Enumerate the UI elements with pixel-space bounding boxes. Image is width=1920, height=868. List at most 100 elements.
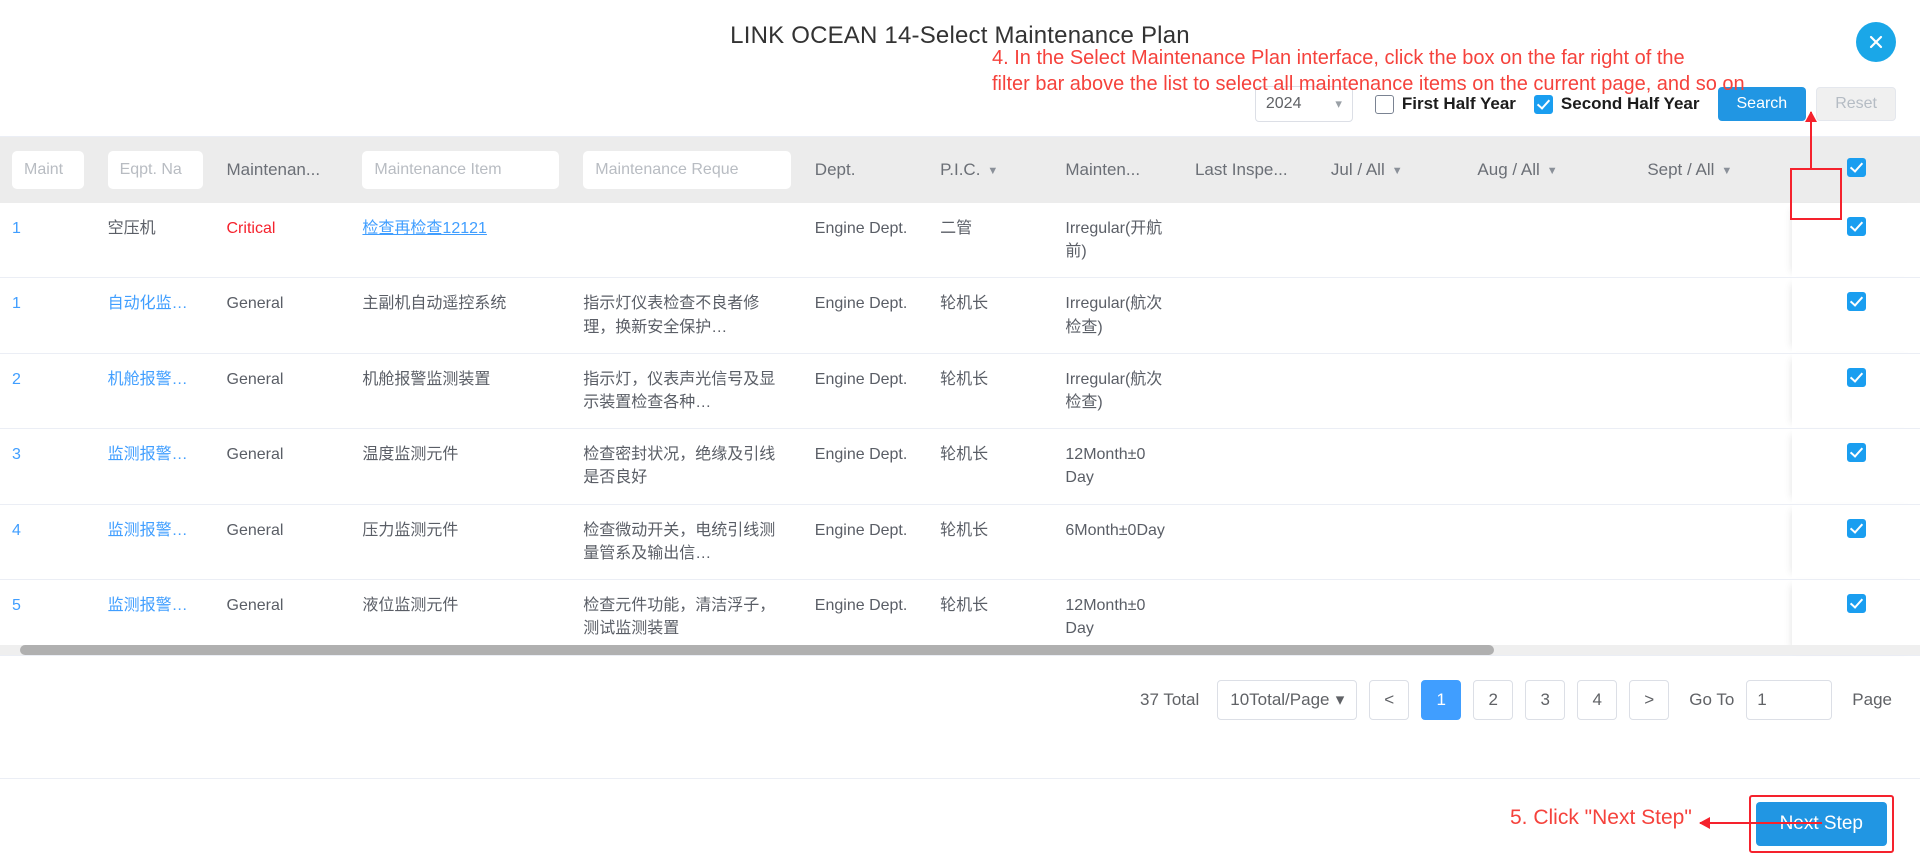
column-header-7: Mainten... [1053,137,1183,203]
cell-mtype: General [214,504,351,580]
select-maintenance-plan-dialog: LINK OCEAN 14-Select Maintenance Plan 20… [0,0,1920,868]
cell-dept: Engine Dept. [802,353,929,430]
cell-jul [1318,504,1466,580]
cell-last [1182,353,1319,430]
column-header-0: Maint [0,137,96,203]
table-row[interactable]: 4 监测报警… General 压力监测元件 检查微动开关，电统引线测量管系及输出信… E… [0,504,1920,580]
cell-idx: 1 [0,277,96,354]
pagination-page-1[interactable]: 1 [1421,680,1462,721]
cell-dept: Engine Dept. [802,277,929,354]
page-size-select[interactable]: 10Total/Page ▾ [1217,680,1358,721]
pagination-page-3[interactable]: 3 [1525,680,1566,721]
column-header-10[interactable]: Aug / All ▼ [1465,137,1636,203]
cell-last [1182,428,1319,505]
sort-caret-icon[interactable]: ▼ [1392,165,1403,177]
cell-aug [1465,579,1636,656]
reset-button[interactable]: Reset [1816,87,1896,121]
year-select-value: 2024 [1265,95,1302,112]
cell-text-dept: Engine Dept. [814,446,908,464]
close-icon [1866,32,1886,52]
cell-item: 主副机自动遥控系统 [350,277,572,354]
cell-aug [1465,277,1636,354]
cell-eqpt: 自动化监… [95,277,215,354]
cell-text-pic: 轮机长 [940,521,989,539]
row-select-checkbox[interactable] [1846,367,1866,387]
column-header-11[interactable]: Sept / All ▼ [1635,137,1793,203]
cell-text-eqpt[interactable]: 自动化监… [108,292,203,315]
cell-text-request: 检查微动开关，电统引线测量管系及输出信… [583,521,776,562]
year-select[interactable]: 2024 ▾ [1254,86,1353,122]
cell-jul [1318,353,1466,430]
column-filter-input-1[interactable]: Eqpt. Na [107,151,203,189]
cell-text-eqpt[interactable]: 监测报警… [108,519,203,542]
row-select-checkbox[interactable] [1846,217,1866,236]
table-row[interactable]: 2 机舱报警… General 机舱报警监测装置 指示灯，仪表声光信号及显示装置检查各种… [0,353,1920,430]
cell-text-idx: 5 [12,596,21,614]
pagination-prev-button[interactable]: < [1369,680,1410,721]
cell-sept [1635,203,1793,279]
close-button[interactable] [1856,22,1896,62]
cell-text-dept: Engine Dept. [814,596,908,614]
sort-caret-icon[interactable]: ▼ [1547,165,1558,177]
column-filter-input-4[interactable]: Maintenance Reque [583,151,791,189]
row-select-checkbox[interactable] [1846,443,1866,463]
column-filter-input-0[interactable]: Maint [12,151,84,189]
cell-text-request: 指示灯，仪表声光信号及显示装置检查各种… [583,370,776,411]
cell-dept: Engine Dept. [802,203,929,279]
column-filter-input-3[interactable]: Maintenance Item [362,151,560,189]
cell-text-request: 检查密封状况，绝缘及引线是否良好 [583,446,776,487]
table-row[interactable]: 5 监测报警… General 液位监测元件 检查元件功能，清洁浮子，测试监测装置 Eng… [0,579,1920,656]
table-row[interactable]: 3 监测报警… General 温度监测元件 检查密封状况，绝缘及引线是否良好 Engin… [0,428,1920,505]
row-select-checkbox[interactable] [1846,593,1866,613]
cell-mtype: General [214,428,351,505]
second-half-year-checkbox[interactable] [1533,94,1553,114]
cell-item: 液位监测元件 [350,579,572,656]
cell-text-eqpt[interactable]: 监测报警… [108,443,203,466]
row-select-checkbox[interactable] [1846,292,1866,312]
horizontal-scrollbar-track[interactable] [0,645,1920,656]
sort-caret-icon[interactable]: ▼ [987,165,998,177]
second-half-year-checkbox-group[interactable]: Second Half Year [1533,94,1700,114]
cell-dept: Engine Dept. [802,504,929,580]
dialog-header: LINK OCEAN 14-Select Maintenance Plan [0,0,1920,72]
next-step-highlight: Next Step [1748,794,1894,853]
cell-text-cycle: Irregular(开航前) [1065,220,1163,261]
pagination-page-4[interactable]: 4 [1577,680,1618,721]
cell-eqpt: 监测报警… [95,504,215,580]
search-button[interactable]: Search [1717,87,1807,121]
cell-text-eqpt[interactable]: 监测报警… [108,594,203,617]
select-all-checkbox[interactable] [1846,158,1866,177]
column-header-label-10: Aug / All ▼ [1477,160,1558,179]
column-header-6[interactable]: P.I.C. ▼ [928,137,1054,203]
page-title: LINK OCEAN 14-Select Maintenance Plan [730,22,1190,49]
row-select-checkbox[interactable] [1846,518,1866,538]
cell-text-eqpt[interactable]: 机舱报警… [108,368,203,391]
column-header-9[interactable]: Jul / All ▼ [1318,137,1466,203]
cell-dept: Engine Dept. [802,579,929,656]
pagination-page-2[interactable]: 2 [1473,680,1514,721]
first-half-year-checkbox[interactable] [1374,94,1394,114]
column-header-label-7: Mainten... [1065,160,1141,179]
column-header-5: Dept. [802,137,929,203]
cell-cycle: Irregular(航次检查) [1053,277,1183,354]
cell-request: 指示灯仪表检查不良者修理，换新安全保护… [571,277,803,354]
cell-text-item[interactable]: 检查再检查12121 [362,220,487,237]
column-header-4: Maintenance Reque [571,137,803,203]
table-row[interactable]: 1 自动化监… General 主副机自动遥控系统 指示灯仪表检查不良者修理，换新安全保… [0,277,1920,354]
next-step-button[interactable]: Next Step [1755,801,1887,846]
pagination-next-button[interactable]: > [1629,680,1670,721]
first-half-year-checkbox-group[interactable]: First Half Year [1374,94,1516,114]
table-row[interactable]: 1 空压机 Critical 检查再检查12121 Engine Dept. 二管 Irre… [0,203,1920,279]
cell-text-mtype: General [226,596,284,614]
cell-pic: 二管 [928,203,1054,279]
cell-cycle: 6Month±0Day [1053,504,1183,580]
sort-caret-icon[interactable]: ▼ [1721,165,1732,177]
horizontal-scrollbar-thumb[interactable] [20,645,1494,656]
goto-page-input[interactable] [1746,680,1833,721]
cell-text-pic: 轮机长 [940,446,989,464]
cell-sept [1635,504,1793,580]
cell-cycle: Irregular(航次检查) [1053,353,1183,430]
cell-text-pic: 轮机长 [940,596,989,614]
cell-aug [1465,428,1636,505]
row-select-cell [1792,353,1920,430]
